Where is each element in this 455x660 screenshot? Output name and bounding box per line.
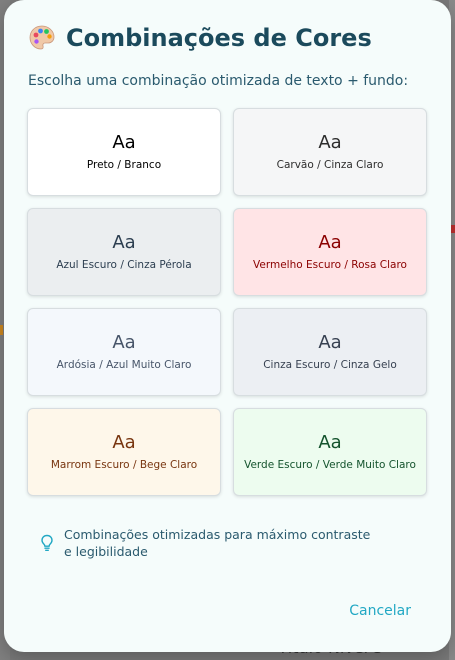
- color-combinations-dialog: Combinações de Cores Escolha uma combina…: [4, 0, 451, 652]
- combination-label: Azul Escuro / Cinza Pérola: [56, 259, 192, 271]
- color-combination-card[interactable]: Aa Ardósia / Azul Muito Claro: [27, 308, 221, 396]
- sample-text: Aa: [112, 332, 136, 353]
- combination-label: Vermelho Escuro / Rosa Claro: [253, 259, 407, 271]
- color-combination-card[interactable]: Aa Marrom Escuro / Bege Claro: [27, 408, 221, 496]
- color-combination-card[interactable]: Aa Azul Escuro / Cinza Pérola: [27, 208, 221, 296]
- dialog-header: Combinações de Cores: [28, 24, 372, 52]
- dialog-title: Combinações de Cores: [66, 24, 372, 52]
- tip-box: Combinações otimizadas para máximo contr…: [40, 526, 380, 560]
- combination-label: Cinza Escuro / Cinza Gelo: [263, 359, 397, 371]
- combination-label: Ardósia / Azul Muito Claro: [56, 359, 192, 371]
- cancel-button[interactable]: Cancelar: [349, 603, 411, 619]
- combination-label: Preto / Branco: [86, 159, 162, 171]
- combination-label: Carvão / Cinza Claro: [276, 159, 384, 171]
- combination-label: Verde Escuro / Verde Muito Claro: [244, 459, 416, 471]
- background-marker: [451, 225, 455, 233]
- color-combination-card[interactable]: Aa Cinza Escuro / Cinza Gelo: [233, 308, 427, 396]
- palette-icon: [29, 25, 55, 50]
- combination-grid: Aa Preto / Branco Aa Carvão / Cinza Claro Aa…: [27, 108, 427, 496]
- color-combination-card[interactable]: Aa Vermelho Escuro / Rosa Claro: [233, 208, 427, 296]
- sample-text: Aa: [318, 332, 342, 353]
- color-combination-card[interactable]: Aa Verde Escuro / Verde Muito Claro: [233, 408, 427, 496]
- color-combination-card[interactable]: Aa Carvão / Cinza Claro: [233, 108, 427, 196]
- tip-text: Combinações otimizadas para máximo contr…: [64, 527, 371, 559]
- sample-text: Aa: [112, 232, 136, 253]
- sample-text: Aa: [112, 132, 136, 153]
- sample-text: Aa: [318, 232, 342, 253]
- color-combination-card[interactable]: Aa Preto / Branco: [27, 108, 221, 196]
- dialog-subtitle: Escolha uma combinação otimizada de text…: [28, 73, 409, 89]
- sample-text: Aa: [318, 132, 342, 153]
- lightbulb-icon: [41, 534, 53, 551]
- sample-text: Aa: [318, 432, 342, 453]
- background-marker: [0, 325, 3, 335]
- sample-text: Aa: [112, 432, 136, 453]
- combination-label: Marrom Escuro / Bege Claro: [50, 459, 198, 471]
